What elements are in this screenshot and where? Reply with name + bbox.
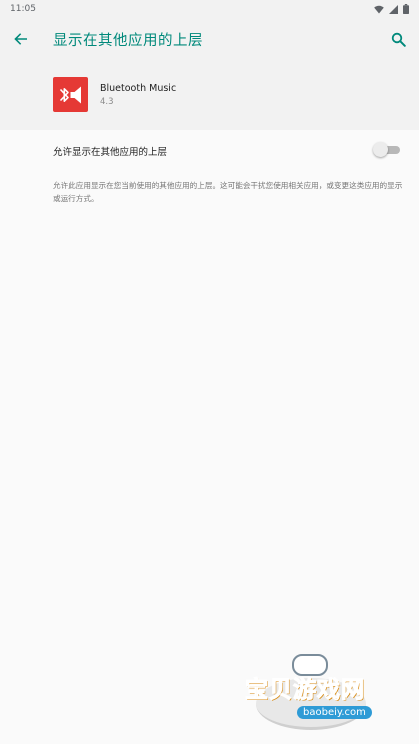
status-icons [374, 4, 409, 14]
search-button[interactable] [385, 26, 411, 52]
app-version: 4.3 [100, 97, 114, 107]
battery-icon [403, 4, 409, 14]
search-icon [391, 32, 406, 47]
app-name: Bluetooth Music [100, 83, 177, 94]
status-bar: 11:05 [0, 0, 419, 18]
app-info-header: Bluetooth Music 4.3 [0, 60, 419, 130]
signal-icon [389, 4, 398, 14]
status-time: 11:05 [10, 4, 36, 14]
watermark-logo: 宝贝游戏网 baobeiy.com [240, 650, 390, 730]
allow-overlay-setting-row[interactable]: 允许显示在其他应用的上层 [0, 130, 419, 170]
allow-overlay-toggle[interactable] [373, 142, 401, 157]
arrow-back-icon [14, 33, 27, 45]
bluetooth-speaker-icon [59, 86, 81, 103]
app-bar: 显示在其他应用的上层 [0, 18, 419, 60]
page-title: 显示在其他应用的上层 [53, 33, 203, 49]
toggle-thumb [373, 142, 388, 157]
watermark-url: baobeiy.com [297, 706, 372, 719]
bluetooth-music-app-icon [53, 77, 88, 112]
back-button[interactable] [8, 26, 34, 52]
wifi-icon [374, 5, 384, 13]
allow-overlay-label: 允许显示在其他应用的上层 [53, 147, 168, 158]
watermark-text: 宝贝游戏网 [245, 677, 365, 704]
setting-description: 允许此应用显示在您当前使用的其他应用的上层。这可能会干扰您使用相关应用，或变更这… [53, 181, 403, 203]
